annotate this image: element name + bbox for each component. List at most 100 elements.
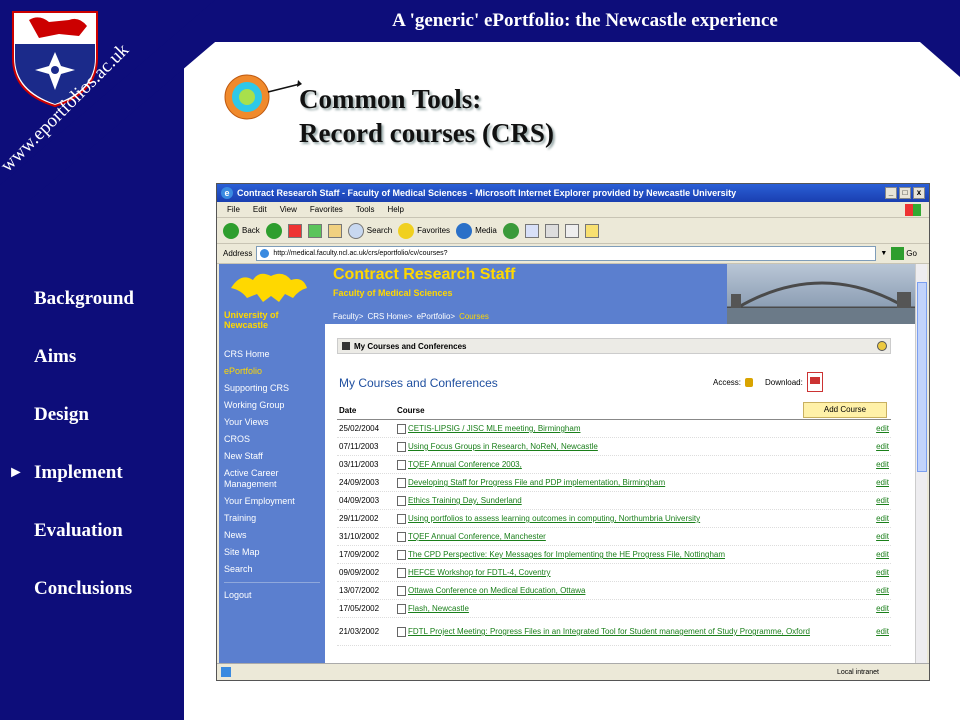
edit-link[interactable]: edit (876, 496, 889, 505)
nav-implement[interactable]: ► Implement (0, 444, 184, 502)
nav-aims[interactable]: Aims (0, 328, 184, 386)
nav-background[interactable]: Background (0, 270, 184, 328)
print-button[interactable] (544, 223, 559, 238)
help-icon[interactable] (877, 341, 887, 351)
scrollbar-thumb[interactable] (917, 282, 927, 472)
breadcrumb-eportfolio[interactable]: ePortfolio> (417, 312, 455, 321)
nav-design[interactable]: Design (0, 386, 184, 444)
row-date: 21/03/2002 (339, 627, 380, 636)
pdf-icon[interactable] (806, 372, 823, 392)
site-nav-cros[interactable]: CROS (219, 431, 325, 448)
menu-tools[interactable]: Tools (356, 205, 375, 214)
course-link[interactable]: TQEF Annual Conference, Manchester (397, 531, 546, 542)
edit-link[interactable]: edit (876, 568, 889, 577)
edit-link[interactable]: edit (876, 627, 889, 636)
site-nav-supporting-crs[interactable]: Supporting CRS (219, 380, 325, 397)
edit-button[interactable] (564, 223, 579, 238)
refresh-icon (307, 223, 322, 238)
forward-button[interactable] (265, 222, 282, 239)
mail-button[interactable] (524, 223, 539, 238)
course-link[interactable]: Developing Staff for Progress File and P… (397, 477, 666, 488)
course-link[interactable]: CETIS-LIPSIG / JISC MLE meeting, Birming… (397, 423, 581, 434)
edit-link[interactable]: edit (876, 550, 889, 559)
nav-label: Design (34, 404, 89, 425)
browser-title: Contract Research Staff - Faculty of Med… (237, 188, 737, 198)
site-nav-new-staff[interactable]: New Staff (219, 448, 325, 465)
lock-icon[interactable] (745, 377, 754, 387)
row-date: 31/10/2002 (339, 532, 380, 541)
course-link[interactable]: Flash, Newcastle (397, 603, 469, 614)
menu-help[interactable]: Help (387, 205, 403, 214)
row-date: 24/09/2003 (339, 478, 380, 487)
edit-link[interactable]: edit (876, 478, 889, 487)
edit-link[interactable]: edit (876, 442, 889, 451)
courses-table: Date Course Add Course 25/02/2004 CETIS-L… (337, 402, 891, 646)
scrollbar[interactable] (915, 264, 927, 664)
history-button[interactable] (502, 222, 519, 239)
edit-link[interactable]: edit (876, 514, 889, 523)
site-nav-eportfolio[interactable]: ePortfolio (219, 363, 325, 380)
course-link[interactable]: Ethics Training Day, Sunderland (397, 495, 522, 506)
edit-link[interactable]: edit (876, 460, 889, 469)
course-link[interactable]: TQEF Annual Conference 2003, (397, 459, 522, 470)
site-nav-crs-home[interactable]: CRS Home (219, 346, 325, 363)
favorites-button[interactable]: Favorites (398, 222, 450, 239)
course-title: Developing Staff for Progress File and P… (408, 478, 666, 487)
site-nav-training[interactable]: Training (219, 510, 325, 527)
breadcrumb-faculty[interactable]: Faculty> (333, 312, 363, 321)
nav-evaluation[interactable]: Evaluation (0, 502, 184, 560)
edit-link[interactable]: edit (876, 604, 889, 613)
panel-toggle-icon[interactable] (342, 342, 350, 350)
menu-favorites[interactable]: Favorites (310, 205, 343, 214)
target-icon (224, 74, 302, 120)
row-date: 03/11/2003 (339, 460, 379, 469)
edit-link[interactable]: edit (876, 586, 889, 595)
back-arrow-icon (223, 222, 239, 239)
course-link[interactable]: The CPD Perspective: Key Messages for Im… (397, 549, 726, 560)
stop-button[interactable] (287, 223, 302, 238)
edit-link[interactable]: edit (876, 532, 889, 541)
site-nav-working-group[interactable]: Working Group (219, 397, 325, 414)
back-button[interactable]: Back (223, 222, 260, 239)
site-nav-your-views[interactable]: Your Views (219, 414, 325, 431)
course-title: FDTL Project Meeting: Progress Files in … (408, 627, 810, 636)
menu-edit[interactable]: Edit (253, 205, 267, 214)
course-link[interactable]: Using portfolios to assess learning outc… (397, 513, 700, 524)
minimize-icon[interactable]: _ (885, 187, 897, 199)
course-link[interactable]: HEFCE Workshop for FDTL-4, Coventry (397, 567, 551, 578)
address-input[interactable]: http://medical.faculty.ncl.ac.uk/crs/epo… (256, 246, 877, 261)
site-nav-search[interactable]: Search (219, 561, 325, 578)
heading-line-2: Record courses (CRS) (299, 118, 554, 148)
window-controls: _ □ x (885, 187, 925, 199)
home-button[interactable] (327, 223, 342, 238)
maximize-icon[interactable]: □ (899, 187, 911, 199)
forward-arrow-icon (265, 222, 282, 239)
site-nav-site-map[interactable]: Site Map (219, 544, 325, 561)
course-link[interactable]: FDTL Project Meeting: Progress Files in … (397, 626, 857, 637)
menu-view[interactable]: View (280, 205, 297, 214)
add-course-button[interactable]: Add Course (803, 402, 887, 418)
refresh-button[interactable] (307, 223, 322, 238)
logout-link[interactable]: Logout (219, 587, 325, 604)
course-title: Flash, Newcastle (408, 604, 469, 613)
nav-conclusions[interactable]: Conclusions (0, 560, 184, 618)
site-nav-your-employment[interactable]: Your Employment (219, 493, 325, 510)
course-title: The CPD Perspective: Key Messages for Im… (408, 550, 726, 559)
bridge-photo (727, 264, 917, 324)
course-link[interactable]: Ottawa Conference on Medical Education, … (397, 585, 585, 596)
go-button[interactable]: Go (891, 247, 917, 260)
messenger-button[interactable] (584, 223, 599, 238)
course-title: Using Focus Groups in Research, NoReN, N… (408, 442, 598, 451)
breadcrumb-crs-home[interactable]: CRS Home> (367, 312, 412, 321)
media-button[interactable]: Media (456, 222, 497, 239)
corner-notch (920, 42, 960, 77)
site-nav-news[interactable]: News (219, 527, 325, 544)
close-icon[interactable]: x (913, 187, 925, 199)
menu-file[interactable]: File (227, 205, 240, 214)
document-icon (397, 585, 406, 596)
address-dropdown-icon[interactable]: ▼ (880, 250, 887, 257)
edit-link[interactable]: edit (876, 424, 889, 433)
site-nav-active-career[interactable]: Active Career Management (219, 465, 325, 493)
search-button[interactable]: Search (347, 222, 392, 239)
course-link[interactable]: Using Focus Groups in Research, NoReN, N… (397, 441, 598, 452)
